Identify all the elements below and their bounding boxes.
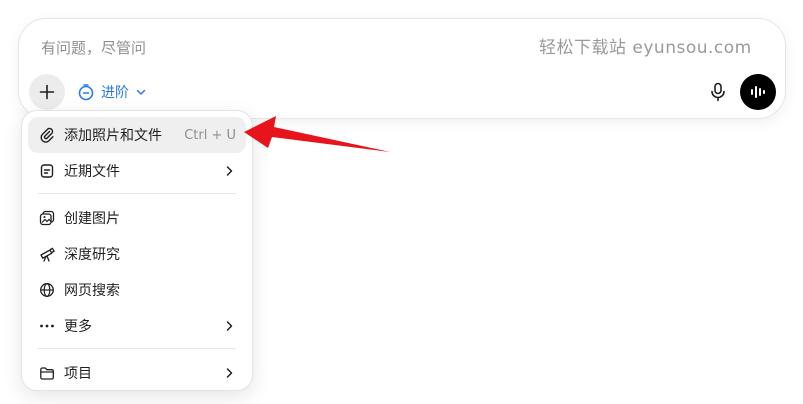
keyboard-shortcut: Ctrl + U xyxy=(184,127,236,143)
chevron-down-icon xyxy=(136,89,146,95)
menu-item-more[interactable]: 更多 xyxy=(28,308,246,344)
menu-item-label: 项目 xyxy=(64,366,92,382)
telescope-icon xyxy=(38,245,56,263)
annotation-arrow-icon xyxy=(244,116,390,152)
folder-icon xyxy=(38,364,56,382)
chevron-right-icon xyxy=(222,164,236,178)
menu-item-label: 创建图片 xyxy=(64,211,120,227)
menu-item-deep-research[interactable]: 深度研究 xyxy=(28,236,246,272)
menu-item-web-search[interactable]: 网页搜索 xyxy=(28,272,246,308)
add-attachment-button[interactable] xyxy=(29,74,65,110)
image-create-icon xyxy=(38,209,56,227)
menu-item-projects[interactable]: 项目 xyxy=(28,355,246,391)
sound-wave-icon xyxy=(751,86,765,98)
menu-item-label: 近期文件 xyxy=(64,164,120,180)
menu-item-add-photos-files[interactable]: 添加照片和文件 Ctrl + U xyxy=(28,117,246,153)
globe-icon xyxy=(38,281,56,299)
prompt-input[interactable] xyxy=(39,35,499,61)
menu-item-label: 更多 xyxy=(64,319,92,335)
more-dots-icon xyxy=(38,317,56,335)
chevron-right-icon xyxy=(222,366,236,380)
document-icon xyxy=(38,162,56,180)
voice-mode-button[interactable] xyxy=(740,74,776,110)
watermark: 轻松下载站 eyunsou.com xyxy=(539,38,752,58)
plus-icon xyxy=(39,84,55,100)
dictate-button[interactable] xyxy=(701,75,735,109)
chevron-right-icon xyxy=(222,319,236,333)
menu-item-label: 深度研究 xyxy=(64,247,120,263)
mode-selector-button[interactable]: 进阶 xyxy=(71,77,153,107)
menu-divider xyxy=(38,348,236,349)
menu-item-recent-files[interactable]: 近期文件 xyxy=(28,153,246,189)
menu-divider xyxy=(38,193,236,194)
microphone-icon xyxy=(711,82,725,102)
menu-item-create-image[interactable]: 创建图片 xyxy=(28,200,246,236)
menu-item-label: 添加照片和文件 xyxy=(64,128,162,144)
mode-label: 进阶 xyxy=(101,85,129,101)
paperclip-icon xyxy=(38,126,56,144)
timer-icon xyxy=(78,84,94,101)
menu-item-label: 网页搜索 xyxy=(64,283,120,299)
composer: 轻松下载站 eyunsou.com 进阶 xyxy=(18,18,786,119)
attachment-menu: 添加照片和文件 Ctrl + U 近期文件 创建图片 深度研究 网页搜索 更多 … xyxy=(21,110,253,391)
